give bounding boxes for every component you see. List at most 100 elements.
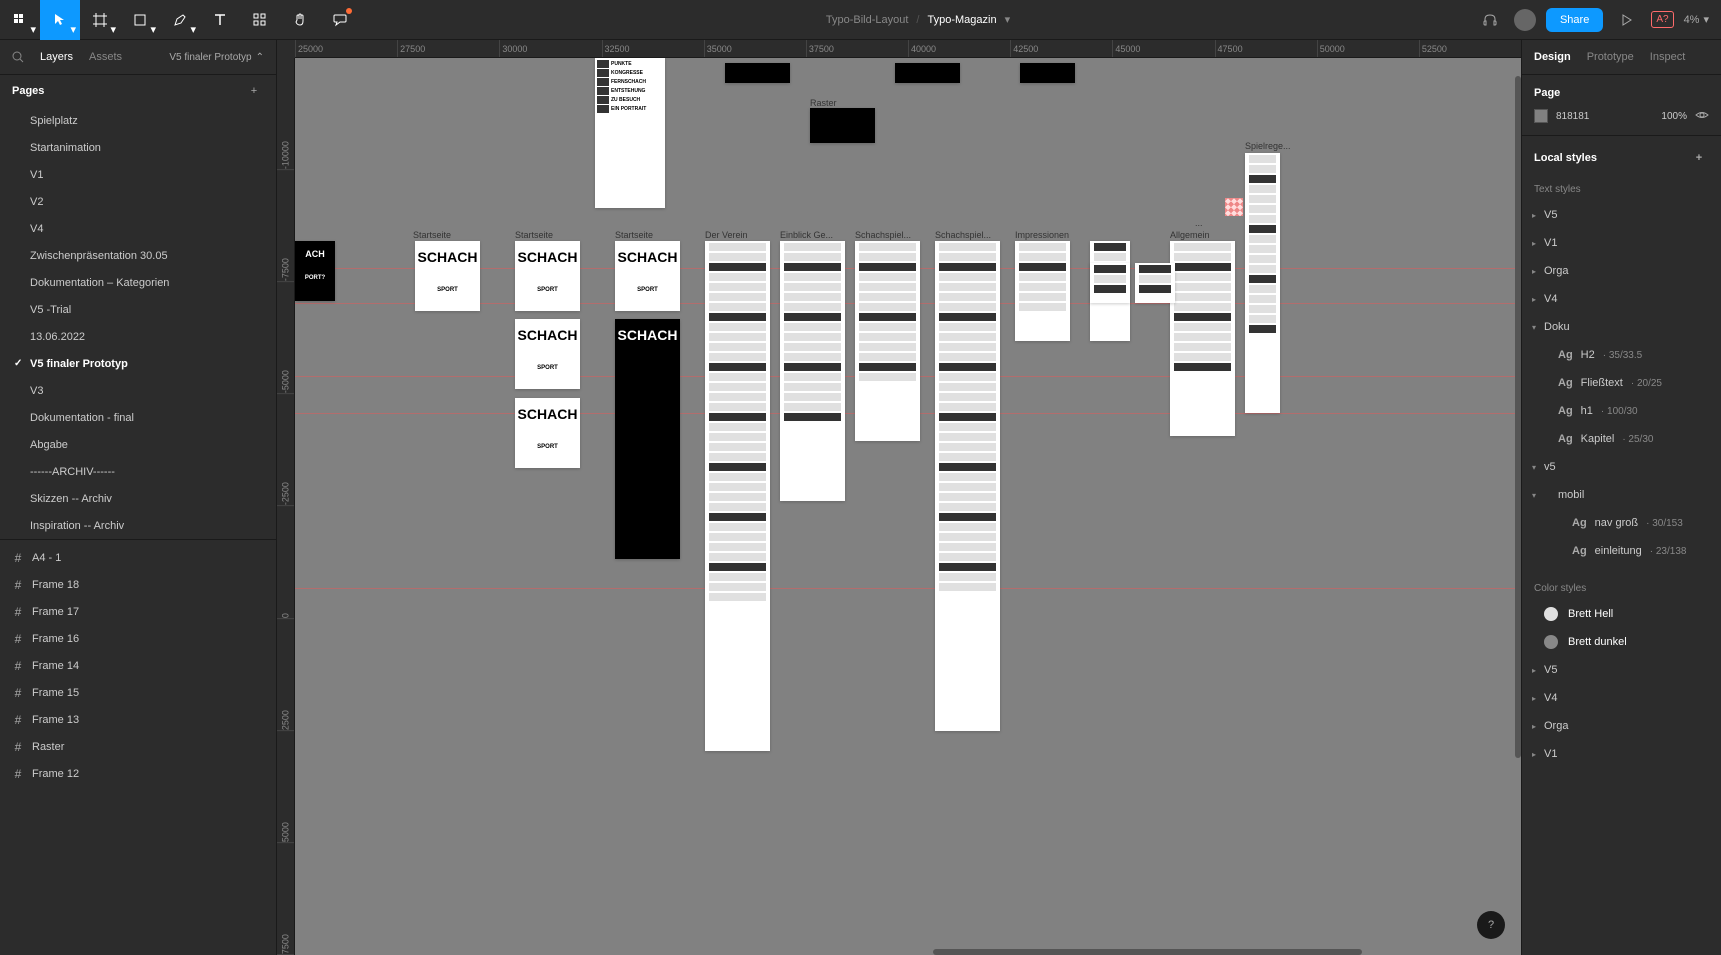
frame-label[interactable]: Startseite [515,230,553,240]
text-tool[interactable] [200,0,240,40]
canvas-frame[interactable] [1020,63,1075,83]
frame-label[interactable]: Der Verein [705,230,748,240]
add-page-button[interactable]: + [244,81,264,101]
page-item[interactable]: V5 finaler Prototyp [0,350,276,377]
text-style-item[interactable]: Ageinleitung · 23/138 [1522,537,1721,565]
assets-tab[interactable]: Assets [89,51,122,63]
frame-label[interactable]: Einblick Ge... [780,230,833,240]
pen-tool[interactable]: ▾ [160,0,200,40]
chevron-down-icon[interactable]: ▾ [1005,13,1011,26]
color-style-item[interactable]: Brett dunkel [1522,628,1721,656]
resources-tool[interactable] [240,0,280,40]
page-background-row[interactable]: 818181 100% [1534,109,1709,123]
prototype-tab[interactable]: Prototype [1587,51,1634,63]
page-item[interactable]: V2 [0,188,276,215]
canvas-frame[interactable] [935,241,1000,731]
design-tab[interactable]: Design [1534,51,1571,63]
move-tool[interactable]: ▾ [40,0,80,40]
layer-item[interactable]: #Frame 12 [0,760,276,787]
page-item[interactable]: V5 -Trial [0,296,276,323]
canvas-frame[interactable]: ACHPORT? [295,241,335,301]
search-icon[interactable] [12,51,24,63]
menu-button[interactable]: ▾ [0,0,40,40]
frame-label[interactable]: Raster [810,98,837,108]
canvas-frame[interactable] [725,63,790,83]
canvas-frame[interactable] [705,241,770,751]
page-color-value[interactable]: 818181 [1556,111,1653,122]
frame-label[interactable]: Schachspiel... [935,230,991,240]
layer-item[interactable]: #Frame 14 [0,652,276,679]
frame-label[interactable]: Allgemein [1170,230,1210,240]
missing-fonts-button[interactable]: A? [1651,11,1673,28]
frame-label[interactable]: Startseite [615,230,653,240]
canvas-area[interactable]: 2500027500300003250035000375004000042500… [277,40,1521,955]
page-item[interactable]: Dokumentation – Kategorien [0,269,276,296]
style-group[interactable]: V1 [1522,229,1721,257]
add-style-button[interactable]: + [1689,148,1709,168]
canvas-frame[interactable] [810,108,875,143]
color-swatch[interactable] [1534,109,1548,123]
visibility-icon[interactable] [1695,110,1709,123]
headphones-button[interactable] [1476,6,1504,34]
page-item[interactable]: Abgabe [0,431,276,458]
scrollbar-thumb[interactable] [933,949,1362,955]
text-style-item[interactable]: AgFließtext · 20/25 [1522,369,1721,397]
canvas-frame[interactable] [780,241,845,501]
present-button[interactable] [1613,6,1641,34]
page-item[interactable]: ------ARCHIV------ [0,458,276,485]
layer-item[interactable]: #Raster [0,733,276,760]
canvas-frame[interactable]: SCHACH [615,319,680,559]
page-item[interactable]: Spielplatz [0,107,276,134]
style-group-doku[interactable]: Doku [1522,313,1721,341]
page-item[interactable]: V4 [0,215,276,242]
layers-tab[interactable]: Layers [40,51,73,63]
scrollbar-vertical[interactable] [1515,58,1521,955]
frame-label[interactable]: Schachspiel... [855,230,911,240]
style-group[interactable]: V4 [1522,285,1721,313]
canvas-frame[interactable] [1245,153,1280,413]
shape-tool[interactable]: ▾ [120,0,160,40]
scrollbar-horizontal[interactable] [295,949,1521,955]
avatar[interactable] [1514,9,1536,31]
canvas-frame[interactable]: SCHACHSPORT [515,241,580,311]
page-item[interactable]: Inspiration -- Archiv [0,512,276,539]
frame-label[interactable]: Impressionen [1015,230,1069,240]
frame-label[interactable]: Startseite [413,230,451,240]
layer-item[interactable]: #Frame 18 [0,571,276,598]
style-group[interactable]: V5 [1522,201,1721,229]
inspect-tab[interactable]: Inspect [1650,51,1685,63]
canvas-frame[interactable]: SCHACHSPORT [515,319,580,389]
share-button[interactable]: Share [1546,8,1603,32]
layer-item[interactable]: #Frame 16 [0,625,276,652]
page-item[interactable]: 13.06.2022 [0,323,276,350]
canvas-frame[interactable] [855,241,920,441]
canvas-frame[interactable] [1090,263,1130,303]
style-group[interactable]: Orga [1522,257,1721,285]
style-group-mobil[interactable]: mobil [1522,481,1721,509]
breadcrumb-file[interactable]: Typo-Magazin [927,14,996,26]
text-style-item[interactable]: AgKapitel · 25/30 [1522,425,1721,453]
style-group[interactable]: V1 [1522,740,1721,768]
page-item[interactable]: Dokumentation - final [0,404,276,431]
canvas-frame[interactable]: PUNKTEKONGRESSEFERNSCHACHENTSTEHUNGZU BE… [595,58,665,208]
canvas-frame[interactable] [1015,241,1070,341]
text-style-item[interactable]: Agnav groß · 30/153 [1522,509,1721,537]
frame-label[interactable]: Spielrege... [1245,141,1291,151]
frame-tool[interactable]: ▾ [80,0,120,40]
page-item[interactable]: V1 [0,161,276,188]
layer-item[interactable]: #Frame 17 [0,598,276,625]
canvas-frame[interactable] [1170,241,1235,436]
canvas-frame[interactable] [895,63,960,83]
help-button[interactable]: ? [1477,911,1505,939]
canvas-frame[interactable]: SCHACHSPORT [515,398,580,468]
layer-item[interactable]: #Frame 13 [0,706,276,733]
color-style-item[interactable]: Brett Hell [1522,600,1721,628]
page-item[interactable]: Skizzen -- Archiv [0,485,276,512]
text-style-item[interactable]: Agh1 · 100/30 [1522,397,1721,425]
page-item[interactable]: V3 [0,377,276,404]
canvas-frame[interactable] [1135,263,1175,303]
breadcrumb-project[interactable]: Typo-Bild-Layout [826,14,909,26]
text-style-item[interactable]: AgH2 · 35/33.5 [1522,341,1721,369]
layer-item[interactable]: #Frame 15 [0,679,276,706]
canvas-frame[interactable]: SCHACHSPORT [615,241,680,311]
